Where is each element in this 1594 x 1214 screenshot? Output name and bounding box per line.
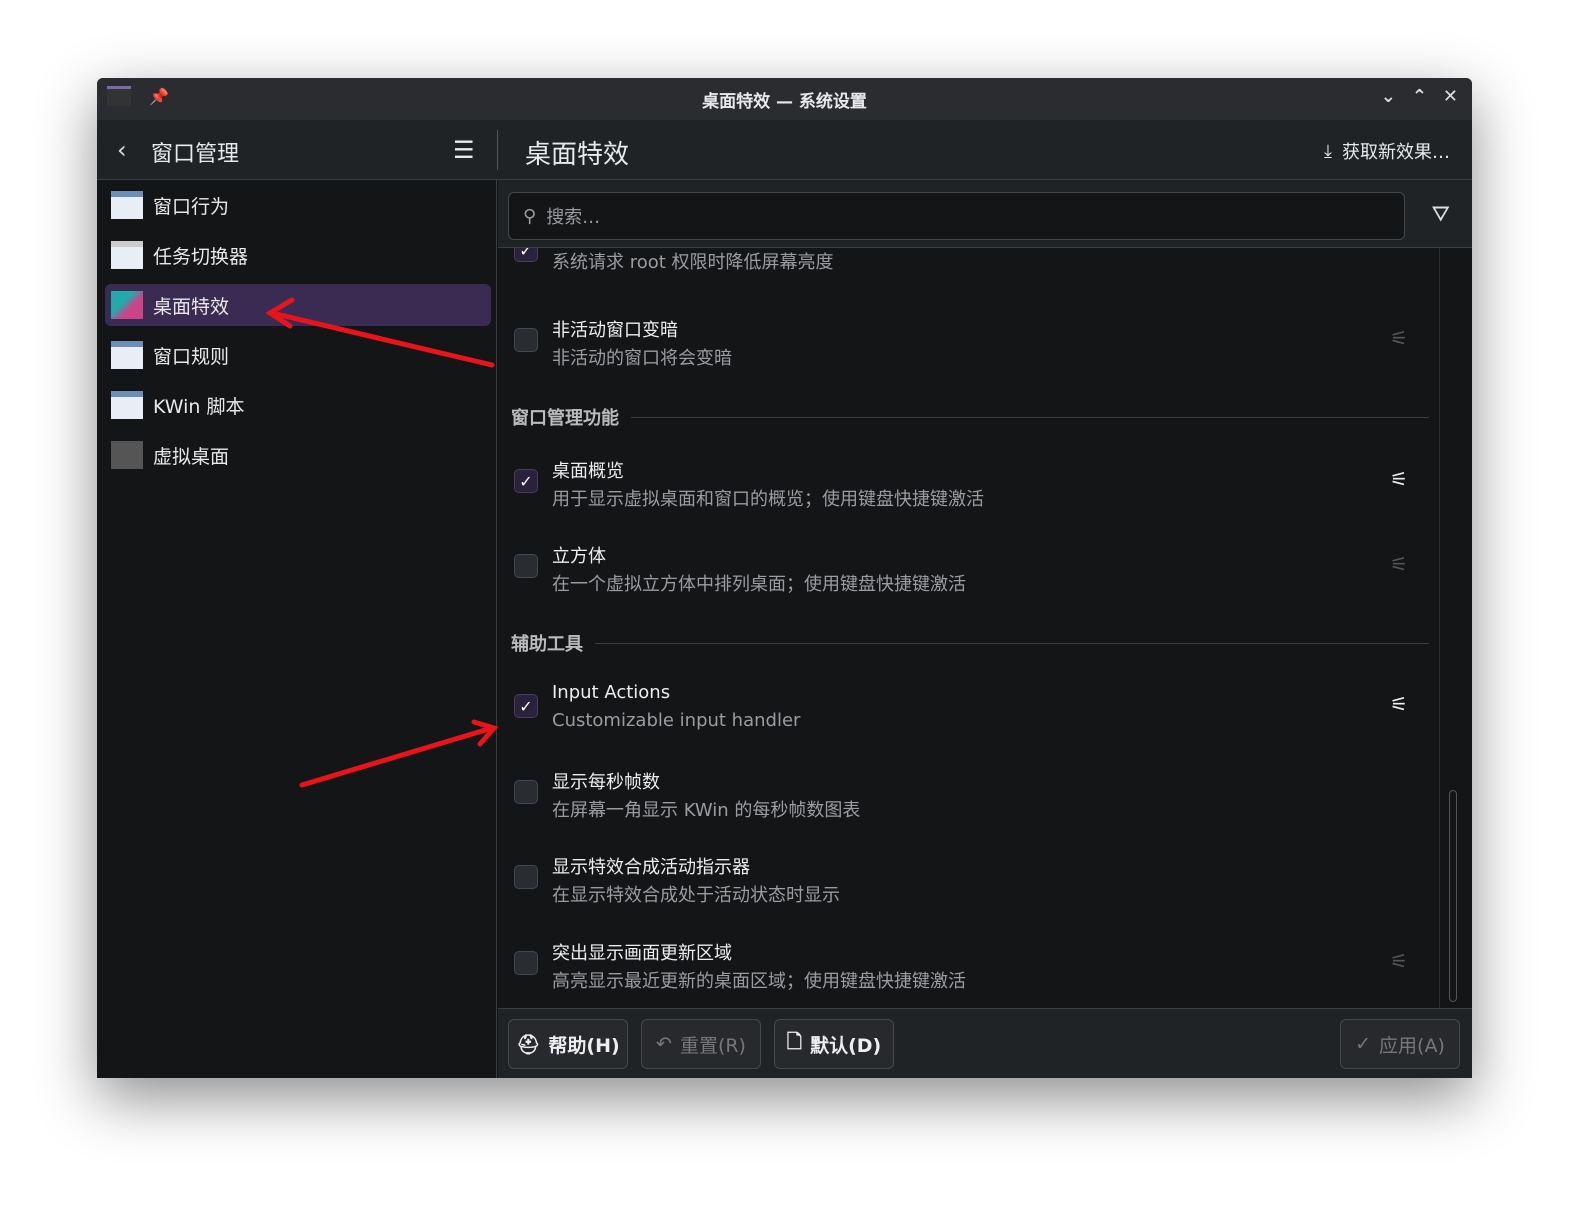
annotation-arrows xyxy=(265,297,499,788)
arrow-to-input-actions xyxy=(299,725,495,788)
arrow-to-desktop-effects xyxy=(269,310,495,368)
